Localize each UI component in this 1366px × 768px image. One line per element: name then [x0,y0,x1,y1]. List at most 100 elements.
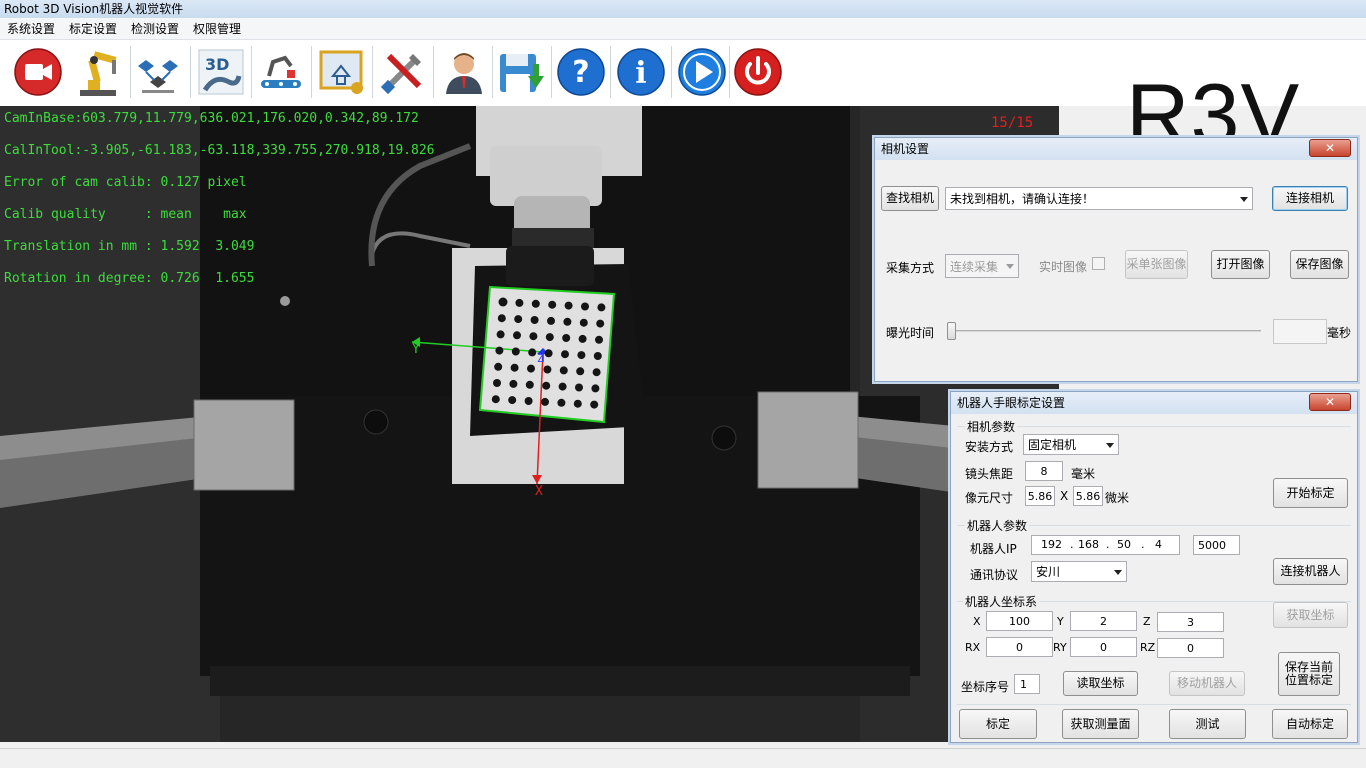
save-image-button[interactable]: 保存图像 [1290,250,1349,279]
coord-x-input[interactable]: 100 [986,611,1053,631]
calibration-dot [581,302,589,311]
robot-params-title: 机器人参数 [965,517,1030,534]
coord-index-input[interactable]: 1 [1014,674,1040,694]
get-coord-button[interactable]: 获取坐标 [1273,602,1348,628]
calibration-dot [527,364,535,373]
save-download-icon [500,54,544,92]
exposure-input[interactable] [1273,319,1327,344]
axis-y-label: Y [412,342,420,357]
svg-text:3D: 3D [205,55,229,74]
toolbar-separator [610,46,611,98]
coord-rz-input[interactable]: 0 [1157,638,1224,658]
calibration-dot [576,367,585,376]
help-button[interactable]: ? [553,44,609,100]
open-image-button[interactable]: 打开图像 [1211,250,1270,279]
info-button[interactable]: i [613,44,669,100]
save-position-calibration-button[interactable]: 保存当前 位置标定 [1278,652,1340,696]
test-button[interactable]: 测试 [1169,709,1246,739]
menu-calibration-settings[interactable]: 标定设置 [62,18,124,40]
read-coord-button[interactable]: 读取坐标 [1063,671,1138,696]
coord-y-input[interactable]: 2 [1070,611,1137,631]
coord-z-input[interactable]: 3 [1157,612,1224,632]
calibration-dot [575,383,583,392]
calibration-dot [542,381,551,390]
calibration-dot [524,397,533,405]
run-button[interactable] [674,44,730,100]
power-icon [734,48,782,96]
coord-ry-input[interactable]: 0 [1070,637,1137,657]
save-button[interactable] [494,44,550,100]
conveyor-robot-icon [261,55,301,88]
image-counter: 15/15 [991,115,1034,131]
calibration-dot [558,382,567,391]
toolbar-separator [729,46,730,98]
capture-single-button[interactable]: 采单张图像 [1125,250,1188,279]
conveyor-robot-button[interactable] [253,44,309,100]
move-robot-button[interactable]: 移动机器人 [1169,671,1245,696]
svg-text:?: ? [572,55,589,90]
handeye-dialog-titlebar[interactable]: 机器人手眼标定设置 [951,392,1357,414]
robot-arm-button[interactable] [70,44,126,100]
calibration-dot [541,397,549,406]
overlay-rotation: Rotation in degree: 0.726 1.655 [4,271,255,286]
camera-select-value: 未找到相机，请确认连接！ [950,192,1095,206]
ip-dot: . [1106,538,1110,551]
calibration-dot [557,398,566,407]
chevron-down-icon [1106,442,1114,448]
calibration-dot [562,334,571,342]
connect-camera-button[interactable]: 连接相机 [1272,186,1348,211]
camera-dialog-close-button[interactable]: ✕ [1309,139,1351,157]
live-image-checkbox[interactable] [1092,257,1105,270]
exposure-slider-track[interactable] [947,330,1261,332]
protocol-select[interactable]: 安川 [1031,561,1127,582]
power-button[interactable] [730,44,786,100]
calibration-dot [494,362,503,371]
calibration-dot [593,352,602,360]
exposure-label: 曝光时间 [886,326,935,340]
exposure-slider-thumb[interactable] [947,322,956,340]
robot-port-input[interactable]: 5000 [1193,535,1240,555]
coord-rx-input[interactable]: 0 [986,637,1053,657]
ip-dot: . [1141,538,1145,551]
pixel-size-label: 像元尺寸 [965,491,1014,505]
camera-settings-dialog: 相机设置 ✕ 查找相机 未找到相机，请确认连接！ 连接相机 采集方式 连续采集 … [874,137,1358,382]
calibrate-button[interactable]: 标定 [959,709,1037,739]
menu-system-settings[interactable]: 系统设置 [0,18,62,40]
camera-select[interactable]: 未找到相机，请确认连接！ [945,187,1253,210]
capture-mode-value: 连续采集 [950,259,999,274]
calibration-dot [513,331,521,340]
auto-calibration-button[interactable]: 自动标定 [1272,709,1348,739]
tools-button[interactable] [375,44,431,100]
connect-robot-button[interactable]: 连接机器人 [1273,558,1348,585]
robot-arm-icon [80,51,117,96]
start-calibration-button[interactable]: 开始标定 [1273,478,1348,508]
camera-dialog-titlebar[interactable]: 相机设置 [875,138,1357,160]
coord-rz-label: RZ [1140,641,1156,654]
toolbar-separator [130,46,131,98]
user-button[interactable] [436,44,492,100]
mount-select[interactable]: 固定相机 [1023,434,1119,455]
menu-permission-management[interactable]: 权限管理 [186,18,248,40]
calibration-dot [491,395,500,404]
handeye-dialog-close-button[interactable]: ✕ [1309,393,1351,411]
calibration-dot [493,379,501,387]
ip-dot: . [1070,538,1074,551]
calibration-dot [596,319,605,328]
calibration-dot [561,350,569,359]
camera-record-icon [14,48,62,96]
camera-record-button[interactable] [10,44,66,100]
calibration-dot [529,332,538,341]
protocol-label: 通讯协议 [970,568,1019,582]
hand-eye-calibration-button[interactable] [130,44,186,100]
focal-input[interactable]: 8 [1025,461,1063,481]
pixel-height-input[interactable]: 5.86 [1073,486,1103,506]
find-camera-button[interactable]: 查找相机 [881,186,939,211]
focal-unit: 毫米 [1071,467,1096,481]
3d-model-icon: 3D [198,49,244,95]
capture-mode-select[interactable]: 连续采集 [945,254,1019,278]
measurement-button[interactable] [313,44,369,100]
pixel-width-input[interactable]: 5.86 [1025,486,1055,506]
3d-model-button[interactable]: 3D [193,44,249,100]
get-measurement-plane-button[interactable]: 获取测量面 [1062,709,1139,739]
menu-detection-settings[interactable]: 检测设置 [124,18,186,40]
